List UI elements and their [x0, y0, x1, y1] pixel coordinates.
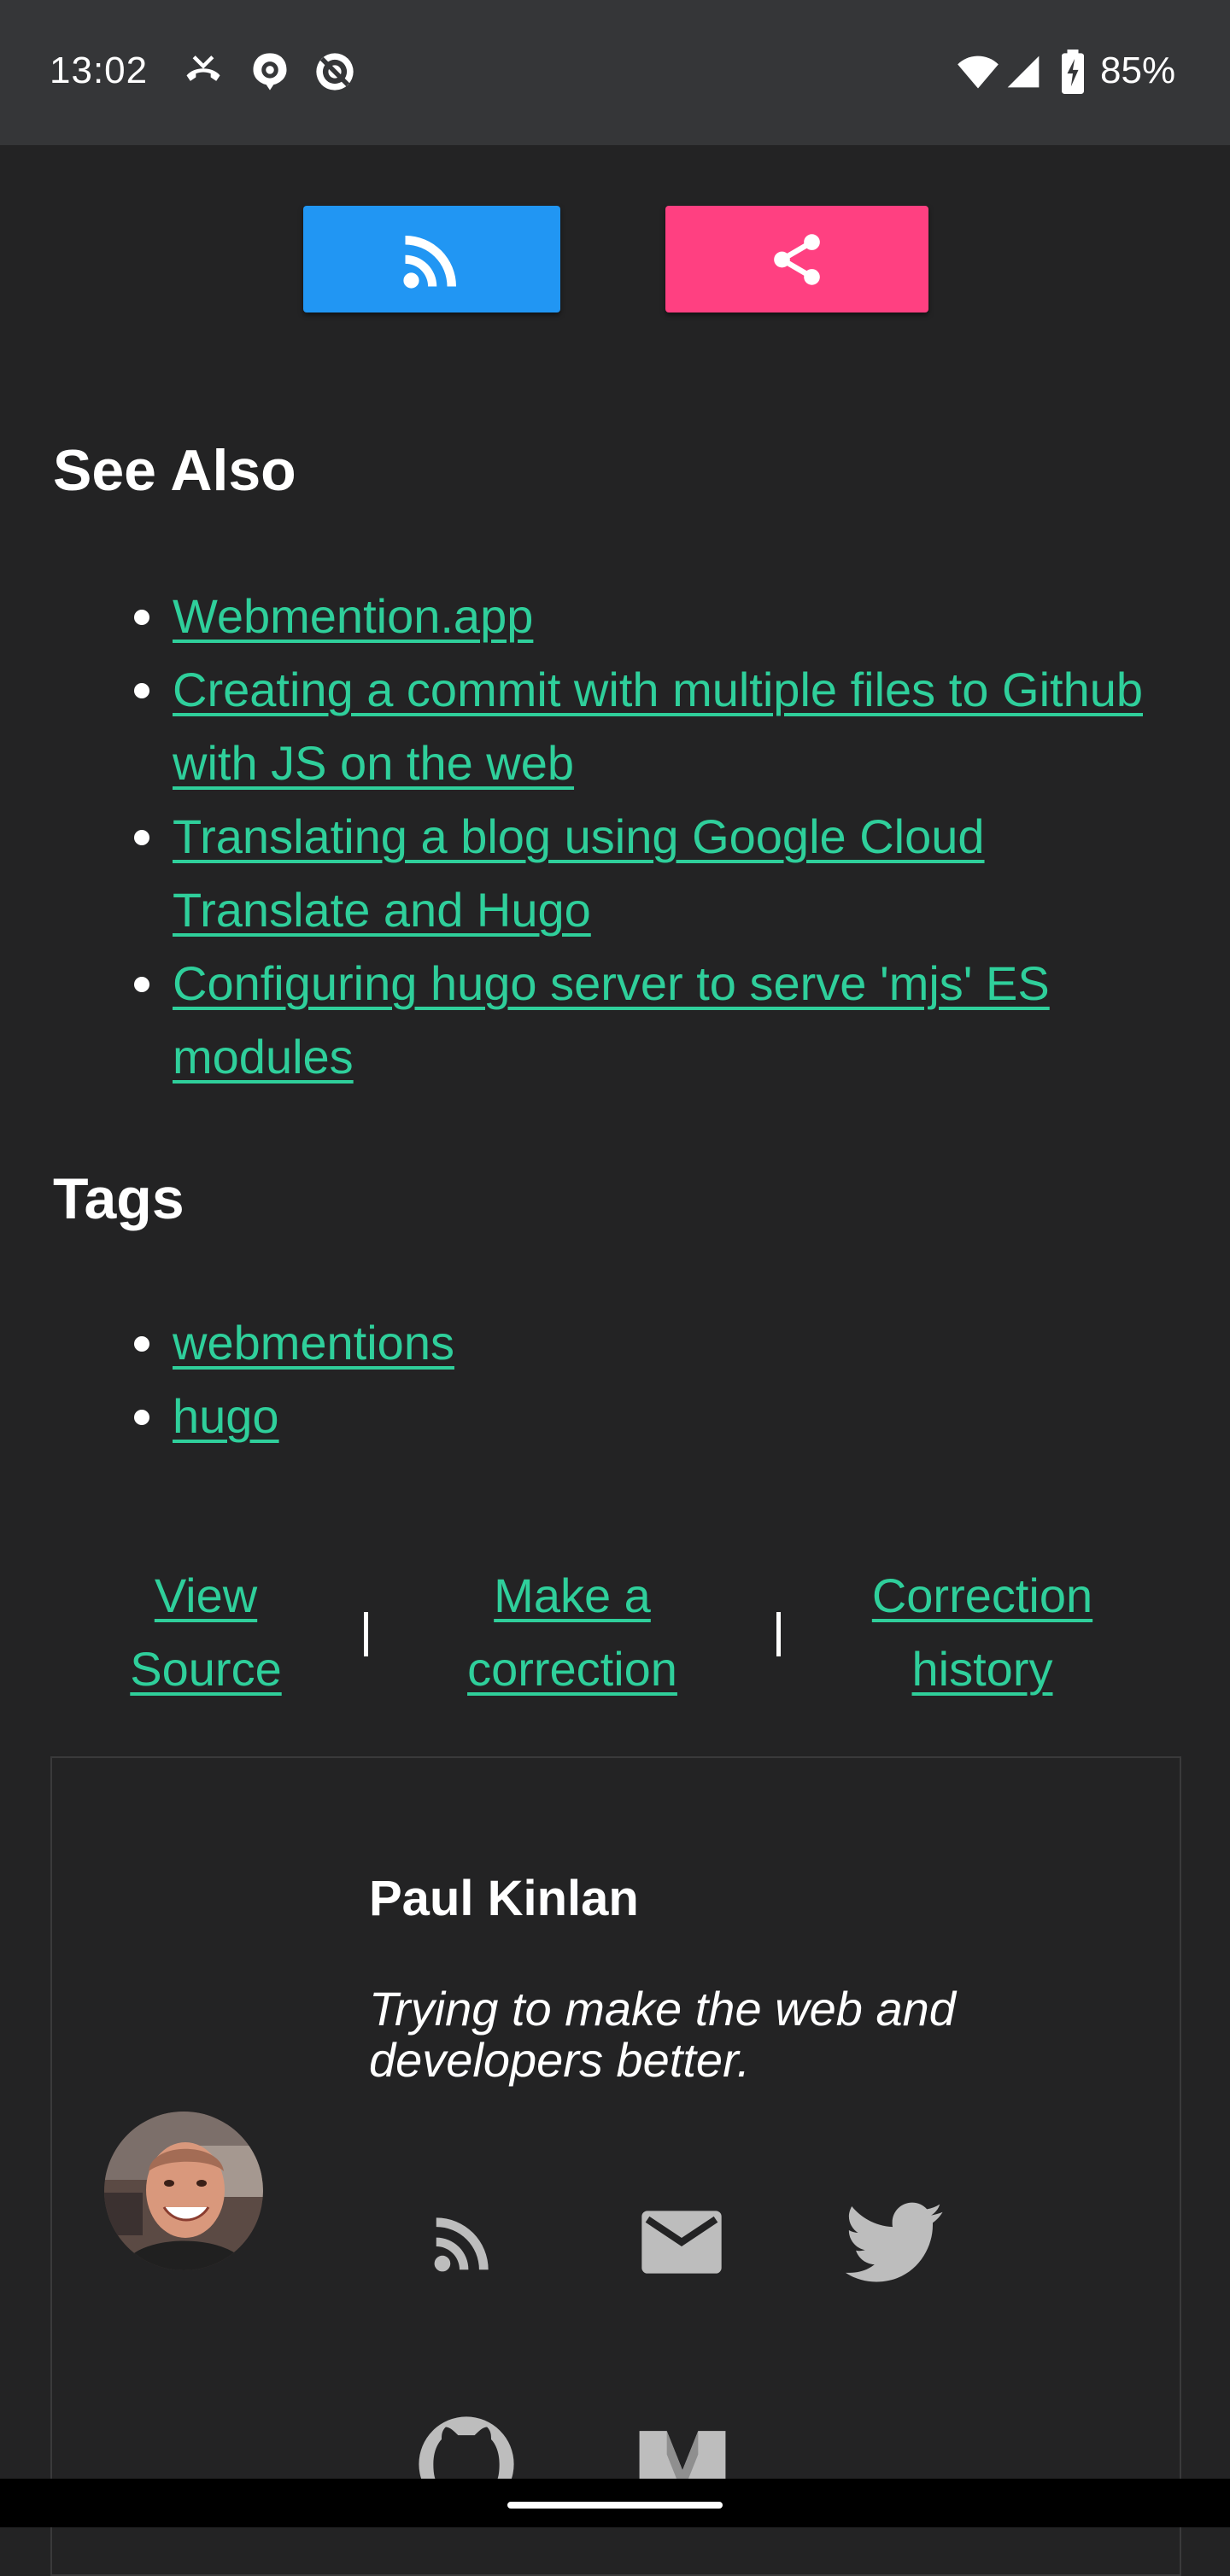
home-gesture-handle[interactable] [507, 2502, 723, 2509]
author-tagline: Trying to make the web and developers be… [369, 1982, 956, 2087]
correction-history-link[interactable]: Correction history [841, 1559, 1123, 1706]
list-item: Creating a commit with multiple files to… [134, 653, 1155, 800]
see-also-link[interactable]: Creating a commit with multiple files to… [173, 663, 1143, 790]
list-item: webmentions [134, 1306, 1155, 1380]
status-bar: 13:02 85% [0, 0, 1230, 145]
see-also-link[interactable]: Webmention.app [173, 589, 533, 643]
signal-icon [1007, 55, 1040, 88]
separator [364, 1612, 368, 1656]
list-item: Translating a blog using Google Cloud Tr… [134, 800, 1155, 947]
battery-percent: 85% [1100, 50, 1176, 91]
tags-heading: Tags [53, 1166, 184, 1231]
share-button[interactable] [665, 206, 928, 313]
navigation-bar [0, 2479, 1230, 2527]
see-also-link[interactable]: Configuring hugo server to serve 'mjs' E… [173, 956, 1050, 1084]
tag-link[interactable]: hugo [173, 1389, 279, 1443]
rss-button[interactable] [303, 206, 560, 313]
tags-list: webmentions hugo [134, 1306, 1155, 1453]
separator [776, 1612, 781, 1656]
see-also-heading: See Also [53, 438, 296, 503]
no-sign-notification-icon [316, 53, 354, 91]
email-icon[interactable] [639, 2208, 724, 2276]
view-source-link[interactable]: View Source [111, 1559, 301, 1706]
rss-icon[interactable] [427, 2205, 501, 2279]
at-sign-notification-icon [253, 53, 287, 91]
avatar [104, 2112, 263, 2270]
make-correction-link[interactable]: Make a correction [431, 1559, 713, 1706]
missed-call-icon [186, 55, 220, 81]
share-icon [774, 233, 820, 285]
rss-icon [402, 235, 456, 289]
tag-link[interactable]: webmentions [173, 1316, 454, 1370]
list-item: Webmention.app [134, 580, 1155, 653]
wifi-icon [958, 55, 999, 89]
see-also-list: Webmention.app Creating a commit with mu… [134, 580, 1155, 1094]
list-item: Configuring hugo server to serve 'mjs' E… [134, 947, 1155, 1094]
twitter-icon[interactable] [846, 2201, 945, 2287]
github-icon[interactable] [417, 2415, 516, 2479]
status-time: 13:02 [50, 50, 149, 91]
list-item: hugo [134, 1380, 1155, 1453]
see-also-link[interactable]: Translating a blog using Google Cloud Tr… [173, 809, 985, 937]
battery-charging-icon [1062, 50, 1084, 94]
author-name: Paul Kinlan [369, 1871, 639, 1926]
medium-icon[interactable] [636, 2423, 729, 2479]
